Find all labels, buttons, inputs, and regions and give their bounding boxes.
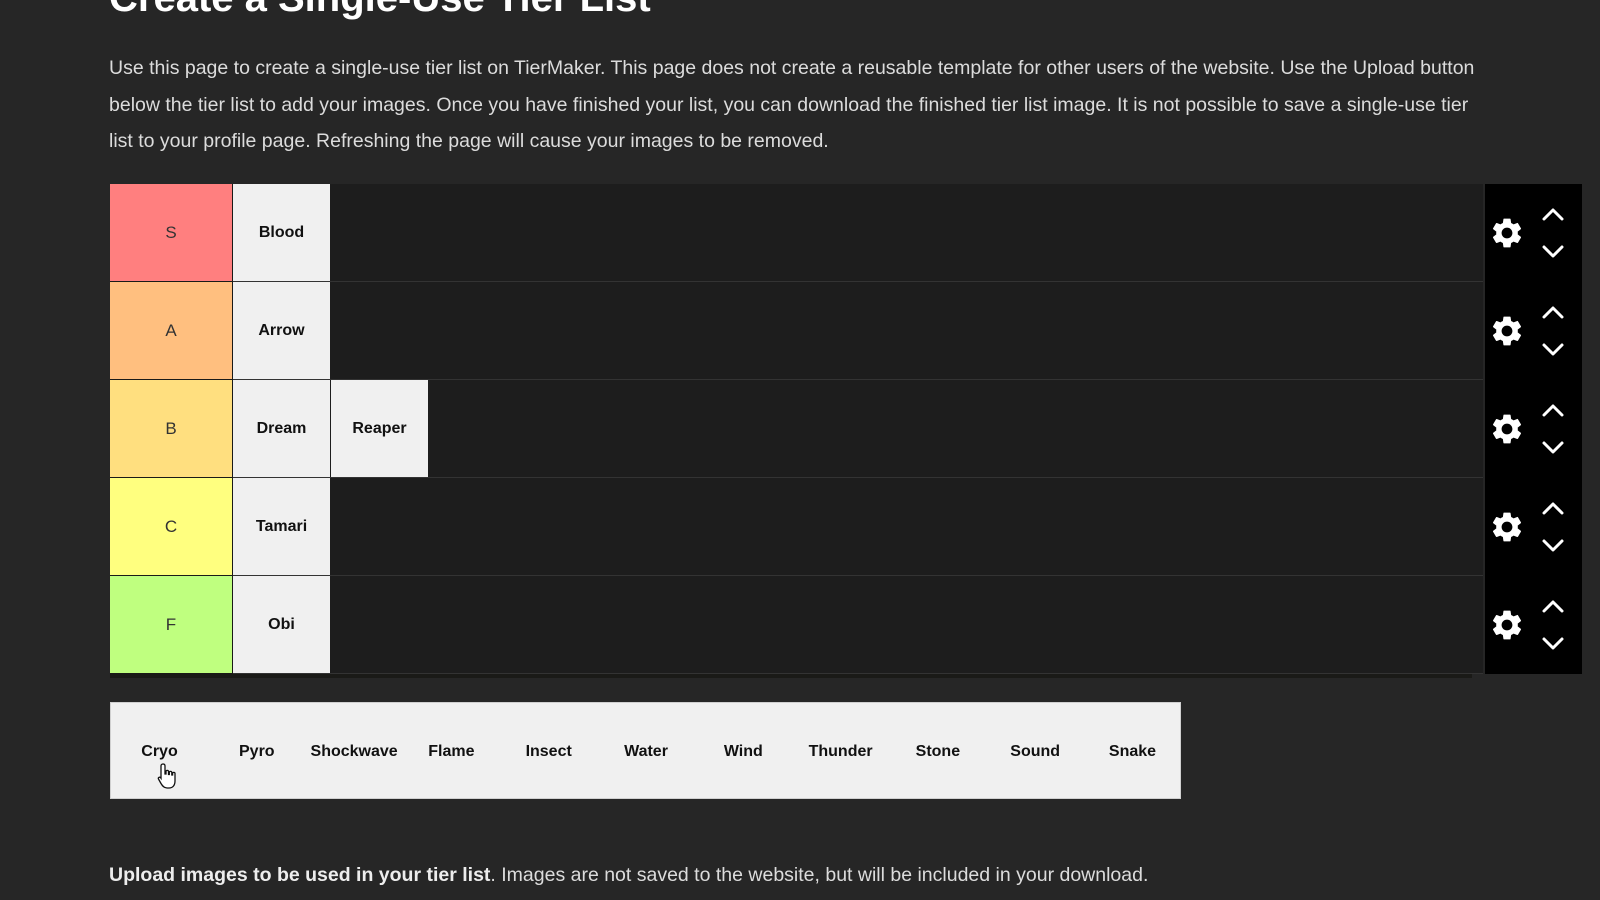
tier-label[interactable]: S <box>110 184 232 281</box>
tier-drop-zone[interactable]: Dream Reaper <box>233 380 1483 477</box>
pool-item[interactable]: Snake <box>1084 703 1181 800</box>
pool-item[interactable]: Thunder <box>792 703 889 800</box>
chevron-down-icon[interactable] <box>1540 440 1566 456</box>
pool-item[interactable]: Shockwave <box>306 703 403 800</box>
pool-item[interactable]: Sound <box>987 703 1084 800</box>
gear-icon[interactable] <box>1489 411 1525 447</box>
tier-row: A Arrow <box>110 282 1582 380</box>
tier-item[interactable]: Dream <box>233 380 330 477</box>
pool-item[interactable]: Stone <box>889 703 986 800</box>
hand-cursor-icon <box>157 763 176 789</box>
pool-item[interactable]: Water <box>598 703 695 800</box>
intro-paragraph: Use this page to create a single-use tie… <box>109 57 1475 152</box>
tier-drop-zone[interactable]: Tamari <box>233 478 1483 575</box>
tier-drop-zone[interactable]: Arrow <box>233 282 1483 379</box>
tier-controls <box>1485 380 1582 478</box>
tier-row: C Tamari <box>110 478 1582 576</box>
tier-controls <box>1485 576 1582 674</box>
tier-item[interactable]: Tamari <box>233 478 330 575</box>
page-title: Create a Single-Use Tier List <box>109 0 651 18</box>
chevron-up-icon[interactable] <box>1540 598 1566 614</box>
chevron-down-icon[interactable] <box>1540 244 1566 260</box>
tier-controls <box>1485 282 1582 380</box>
tier-list-table: S Blood A Arrow B Dream Reaper C Tamari F Obi <box>110 184 1582 678</box>
upload-note-rest: . Images are not saved to the website, b… <box>490 864 1149 886</box>
tier-row: B Dream Reaper <box>110 380 1582 478</box>
gear-icon[interactable] <box>1489 607 1525 643</box>
pool-item[interactable]: Insect <box>500 703 597 800</box>
gear-icon[interactable] <box>1489 215 1525 251</box>
tier-item[interactable]: Obi <box>233 576 330 673</box>
tier-row: S Blood <box>110 184 1582 282</box>
tier-label[interactable]: C <box>110 478 232 575</box>
upload-note: Upload images to be used in your tier li… <box>109 864 1148 887</box>
unranked-items-pool[interactable]: Cryo Pyro Shockwave Flame Insect Water Wind Thu… <box>110 702 1181 799</box>
tier-label[interactable]: B <box>110 380 232 477</box>
chevron-up-icon[interactable] <box>1540 304 1566 320</box>
chevron-up-icon[interactable] <box>1540 206 1566 222</box>
tier-label[interactable]: A <box>110 282 232 379</box>
tier-row: F Obi <box>110 576 1582 674</box>
tier-controls <box>1485 478 1582 576</box>
tier-label[interactable]: F <box>110 576 232 673</box>
gear-icon[interactable] <box>1489 509 1525 545</box>
pool-item[interactable]: Wind <box>695 703 792 800</box>
tier-drop-zone[interactable]: Obi <box>233 576 1483 673</box>
tier-controls <box>1485 184 1582 282</box>
chevron-down-icon[interactable] <box>1540 538 1566 554</box>
pool-item[interactable]: Flame <box>403 703 500 800</box>
pool-item[interactable]: Pyro <box>208 703 305 800</box>
chevron-down-icon[interactable] <box>1540 342 1566 358</box>
chevron-down-icon[interactable] <box>1540 636 1566 652</box>
tier-item[interactable]: Blood <box>233 184 330 281</box>
gear-icon[interactable] <box>1489 313 1525 349</box>
upload-note-bold: Upload images to be used in your tier li… <box>109 864 491 886</box>
tier-item[interactable]: Reaper <box>331 380 428 477</box>
row-divider <box>233 673 1483 674</box>
tier-drop-zone[interactable]: Blood <box>233 184 1483 281</box>
tier-item[interactable]: Arrow <box>233 282 330 379</box>
chevron-up-icon[interactable] <box>1540 500 1566 516</box>
chevron-up-icon[interactable] <box>1540 402 1566 418</box>
